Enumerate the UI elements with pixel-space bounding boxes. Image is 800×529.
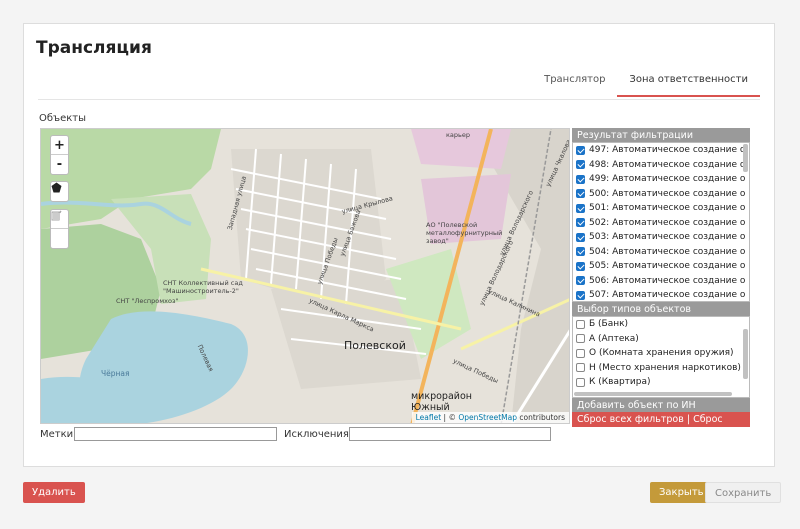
checkbox[interactable]	[576, 261, 585, 271]
checkbox[interactable]	[576, 363, 585, 373]
checkbox[interactable]	[576, 348, 585, 358]
list-item[interactable]: 505: Автоматическое создание о	[573, 259, 749, 274]
list-item[interactable]: 497: Автоматическое создание о	[573, 143, 749, 158]
list-item[interactable]: К (Квартира)	[573, 375, 749, 390]
object-types-header: Выбор типов объектов	[572, 302, 750, 316]
map-label: АО "Полевской металлофурнитурный завод"	[426, 221, 503, 245]
list-item[interactable]: 500: Автоматическое создание о	[573, 187, 749, 202]
horizontal-scrollbar[interactable]	[574, 392, 732, 396]
checkbox[interactable]	[576, 319, 585, 329]
page-title: Трансляция	[36, 38, 152, 58]
objects-label: Объекты	[39, 113, 87, 124]
checkbox[interactable]	[576, 377, 585, 387]
filter-results-items: 497: Автоматическое создание о 498: Авто…	[573, 143, 749, 301]
tab-responsibility-zone[interactable]: Зона ответственности	[617, 68, 760, 97]
scrollbar[interactable]	[743, 144, 748, 172]
checkbox[interactable]	[576, 290, 585, 300]
zoom-in-button[interactable]: +	[51, 136, 68, 155]
filter-results-list[interactable]: 497: Автоматическое создание о 498: Авто…	[572, 142, 750, 302]
tab-bar: Транслятор Зона ответственности	[532, 68, 760, 97]
edit-control	[50, 209, 69, 249]
add-by-in-header[interactable]: Добавить объект по ИН	[572, 398, 750, 412]
list-item[interactable]: 502: Автоматическое создание о	[573, 216, 749, 231]
exclusions-label: Исключения:	[284, 429, 353, 440]
list-item[interactable]: 504: Автоматическое создание о	[573, 245, 749, 260]
tags-input[interactable]	[74, 427, 277, 441]
map-label: Чёрная	[101, 369, 130, 378]
zoom-out-button[interactable]: -	[51, 155, 68, 174]
filter-results-header: Результат фильтрации	[572, 128, 750, 142]
save-button[interactable]: Сохранить	[705, 482, 782, 503]
checkbox[interactable]	[576, 145, 585, 155]
city-label: Полевской	[344, 339, 406, 352]
list-item[interactable]: 503: Автоматическое создание о	[573, 230, 749, 245]
draw-polygon-icon[interactable]	[51, 182, 68, 201]
checkbox[interactable]	[576, 203, 585, 213]
map-attribution: Leaflet | © OpenStreetMap contributors	[411, 412, 569, 423]
list-item[interactable]: 501: Автоматическое создание о	[573, 201, 749, 216]
list-item[interactable]: О (Комната хранения оружия)	[573, 346, 749, 361]
tabs-divider	[38, 99, 760, 100]
list-item[interactable]: Н (Место хранения наркотиков)	[573, 361, 749, 376]
leaflet-link[interactable]: Leaflet	[416, 413, 442, 422]
checkbox[interactable]	[576, 232, 585, 242]
osm-link[interactable]: OpenStreetMap	[458, 413, 517, 422]
exclusions-input[interactable]	[349, 427, 551, 441]
checkbox[interactable]	[576, 218, 585, 228]
map-label: СНТ "Леспромхоз"	[116, 297, 179, 305]
close-button[interactable]: Закрыть	[650, 482, 713, 503]
list-item[interactable]: 507: Автоматическое создание о	[573, 288, 749, 301]
district-label: микрорайон Южный	[411, 391, 472, 413]
checkbox[interactable]	[576, 174, 585, 184]
reset-filters-button[interactable]: Сброс всех фильтров | Сброс	[572, 412, 750, 427]
draw-control	[50, 181, 69, 202]
object-types-list[interactable]: Б (Банк) А (Аптека) О (Комната хранения …	[572, 316, 750, 398]
map-label: СНТ Коллективный сад "Машиностроитель-2"	[163, 279, 243, 295]
tags-label: Метки:	[40, 429, 77, 440]
checkbox[interactable]	[576, 247, 585, 257]
scrollbar[interactable]	[743, 329, 748, 379]
list-item[interactable]: Б (Банк)	[573, 317, 749, 332]
checkbox[interactable]	[576, 334, 585, 344]
zoom-control: + -	[50, 135, 69, 175]
list-item[interactable]: 499: Автоматическое создание о	[573, 172, 749, 187]
map-view[interactable]: улица Крылова улица Бажова улица Победы …	[40, 128, 570, 424]
map-label: карьер	[446, 131, 470, 139]
checkbox[interactable]	[576, 160, 585, 170]
list-item[interactable]: А (Аптека)	[573, 332, 749, 347]
broadcast-dialog: Трансляция Транслятор Зона ответственнос…	[23, 23, 775, 467]
list-item[interactable]: 506: Автоматическое создание о	[573, 274, 749, 289]
checkbox[interactable]	[576, 189, 585, 199]
filter-panel: Результат фильтрации 497: Автоматическое…	[572, 128, 750, 427]
delete-layers-icon[interactable]	[51, 211, 68, 248]
checkbox[interactable]	[576, 276, 585, 286]
list-item[interactable]: 498: Автоматическое создание о	[573, 158, 749, 173]
delete-button[interactable]: Удалить	[23, 482, 85, 503]
tab-translator[interactable]: Транслятор	[532, 68, 617, 97]
